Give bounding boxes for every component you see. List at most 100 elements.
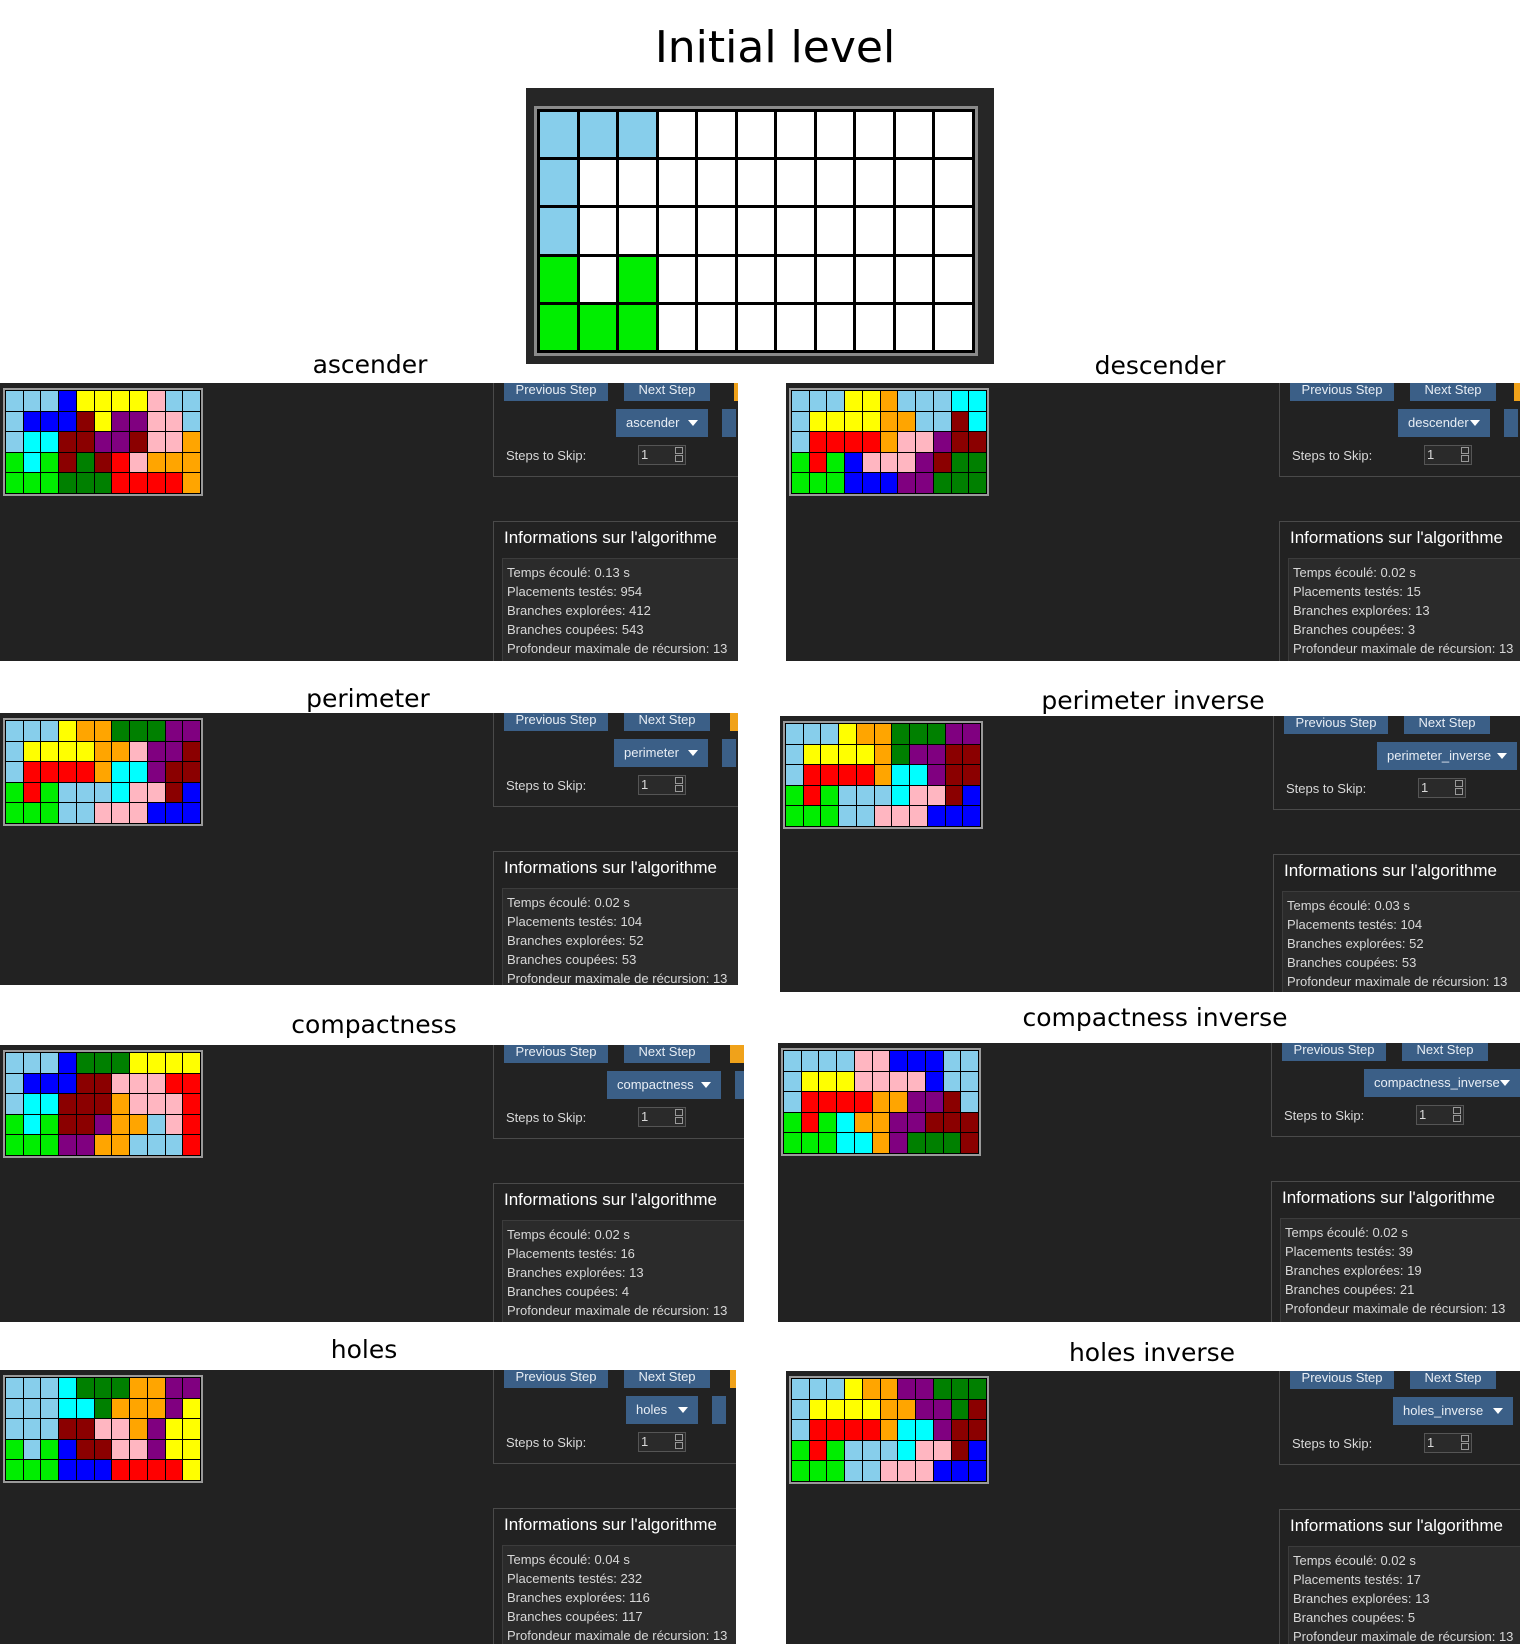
grid-cell [183,741,200,762]
next-step-button[interactable]: Next Step [624,1045,710,1063]
next-step-button[interactable]: Next Step [1410,1371,1496,1389]
spinner-up-icon[interactable] [1455,780,1463,787]
orange-tab-button[interactable] [1514,383,1520,401]
spinner-down-icon[interactable] [1461,1443,1469,1450]
grid-cell [963,806,980,826]
grid-cell [916,1461,933,1481]
grid-cell [943,1112,961,1133]
info-placements-value: 232 [620,1571,643,1586]
next-step-button[interactable]: Next Step [624,713,710,731]
info-depth-label: Profondeur maximale de récursion: [507,971,710,985]
spinner-up-icon[interactable] [1453,1107,1461,1114]
algorithm-select[interactable]: perimeter_inverse [1377,742,1517,770]
grid-cell [737,304,775,350]
grid-cell [809,1379,827,1399]
controls-box: Previous Step Next Step compactness Steps t… [493,1045,744,1139]
steps-to-skip-input[interactable]: 1 [638,1432,686,1452]
orange-tab-button[interactable] [734,383,738,401]
previous-step-button[interactable]: Previous Step [1282,1043,1386,1061]
panel-title: holes inverse [1068,1338,1236,1367]
orange-tab-button[interactable] [730,713,738,731]
algorithm-select[interactable]: holes_inverse [1393,1397,1513,1425]
algorithm-select[interactable]: perimeter [614,739,708,767]
algorithm-select[interactable]: ascender [616,409,708,437]
spinner-up-icon[interactable] [675,447,683,454]
steps-to-skip-input[interactable]: 1 [638,775,686,795]
info-depth-value: 13 [712,1628,728,1643]
next-step-button[interactable]: Next Step [1410,383,1496,401]
algorithm-select[interactable]: holes [626,1396,698,1424]
grid-cell [6,1378,23,1398]
secondary-dropdown[interactable] [1504,409,1518,437]
spinner-up-icon[interactable] [675,1434,683,1441]
algorithm-select-value: holes [636,1402,668,1417]
grid-cell [908,1051,925,1071]
grid-cell [933,1399,951,1420]
grid-cell [827,1379,845,1399]
steps-to-skip-input[interactable]: 1 [638,445,686,465]
previous-step-button[interactable]: Previous Step [1290,383,1394,401]
steps-to-skip-input[interactable]: 1 [638,1107,686,1127]
spinner-down-icon[interactable] [1455,788,1463,795]
orange-tab-button[interactable] [730,1045,744,1063]
algorithm-select[interactable]: descender [1398,409,1490,437]
steps-to-skip-input[interactable]: 1 [1424,445,1472,465]
previous-step-button[interactable]: Previous Step [504,1045,608,1063]
grid-cell [916,1399,933,1420]
next-step-button[interactable]: Next Step [624,1370,710,1388]
info-explored-label: Branches explorées: [507,1265,626,1280]
previous-step-button[interactable]: Previous Step [1284,716,1388,734]
grid-cell [23,1053,41,1073]
info-cut: Branches coupées: 117 [507,1609,643,1624]
grid-cell [59,1378,76,1398]
spinner-down-icon[interactable] [1453,1115,1461,1122]
grid-cell [579,160,617,206]
steps-to-skip-input[interactable]: 1 [1424,1433,1472,1453]
grid-cell [147,1439,165,1460]
grid-cell [792,432,809,452]
grid-cell [898,1440,916,1461]
spinner-up-icon[interactable] [675,1109,683,1116]
spinner-down-icon[interactable] [675,785,683,792]
grid-cell [943,1071,961,1092]
next-step-button[interactable]: Next Step [1404,716,1490,734]
grid-cell [59,1398,76,1419]
grid-cell [183,1460,200,1480]
secondary-dropdown[interactable] [722,409,736,437]
orange-tab-button[interactable] [730,1370,736,1388]
grid-cell [540,304,577,350]
algorithm-select[interactable]: compactness [607,1071,721,1099]
spinner-down-icon[interactable] [675,455,683,462]
previous-step-button[interactable]: Previous Step [504,383,608,401]
grid-cell [856,256,893,302]
next-step-button[interactable]: Next Step [1402,1043,1488,1061]
grid-cell [854,1092,872,1112]
grid-cell [969,473,986,493]
grid-cell [112,411,130,432]
steps-to-skip-input[interactable]: 1 [1418,778,1466,798]
spinner-down-icon[interactable] [675,1442,683,1449]
previous-step-button[interactable]: Previous Step [504,1370,608,1388]
algorithm-select[interactable]: compactness_inverse [1364,1069,1520,1097]
spinner-up-icon[interactable] [1461,447,1469,454]
spinner-down-icon[interactable] [675,1117,683,1124]
grid-cell [619,208,656,254]
info-explored-value: 52 [1409,936,1424,951]
grid-cell [895,304,933,350]
steps-to-skip-input[interactable]: 1 [1416,1105,1464,1125]
spinner-up-icon[interactable] [1461,1435,1469,1442]
secondary-dropdown[interactable] [735,1071,744,1099]
spinner-up-icon[interactable] [675,777,683,784]
secondary-dropdown[interactable] [712,1396,726,1424]
spinner-down-icon[interactable] [1461,455,1469,462]
grid-cell [786,806,803,826]
grid-cell [130,432,147,452]
next-step-button[interactable]: Next Step [624,383,710,401]
algorithm-info-title: Informations sur l'algorithme [1284,861,1497,880]
secondary-dropdown[interactable] [722,739,736,767]
previous-step-button[interactable]: Previous Step [1290,1371,1394,1389]
grid-cell [6,1135,23,1155]
grid-cell [827,432,845,452]
previous-step-button[interactable]: Previous Step [504,713,608,731]
info-placements-label: Placements testés: [1285,1244,1395,1259]
